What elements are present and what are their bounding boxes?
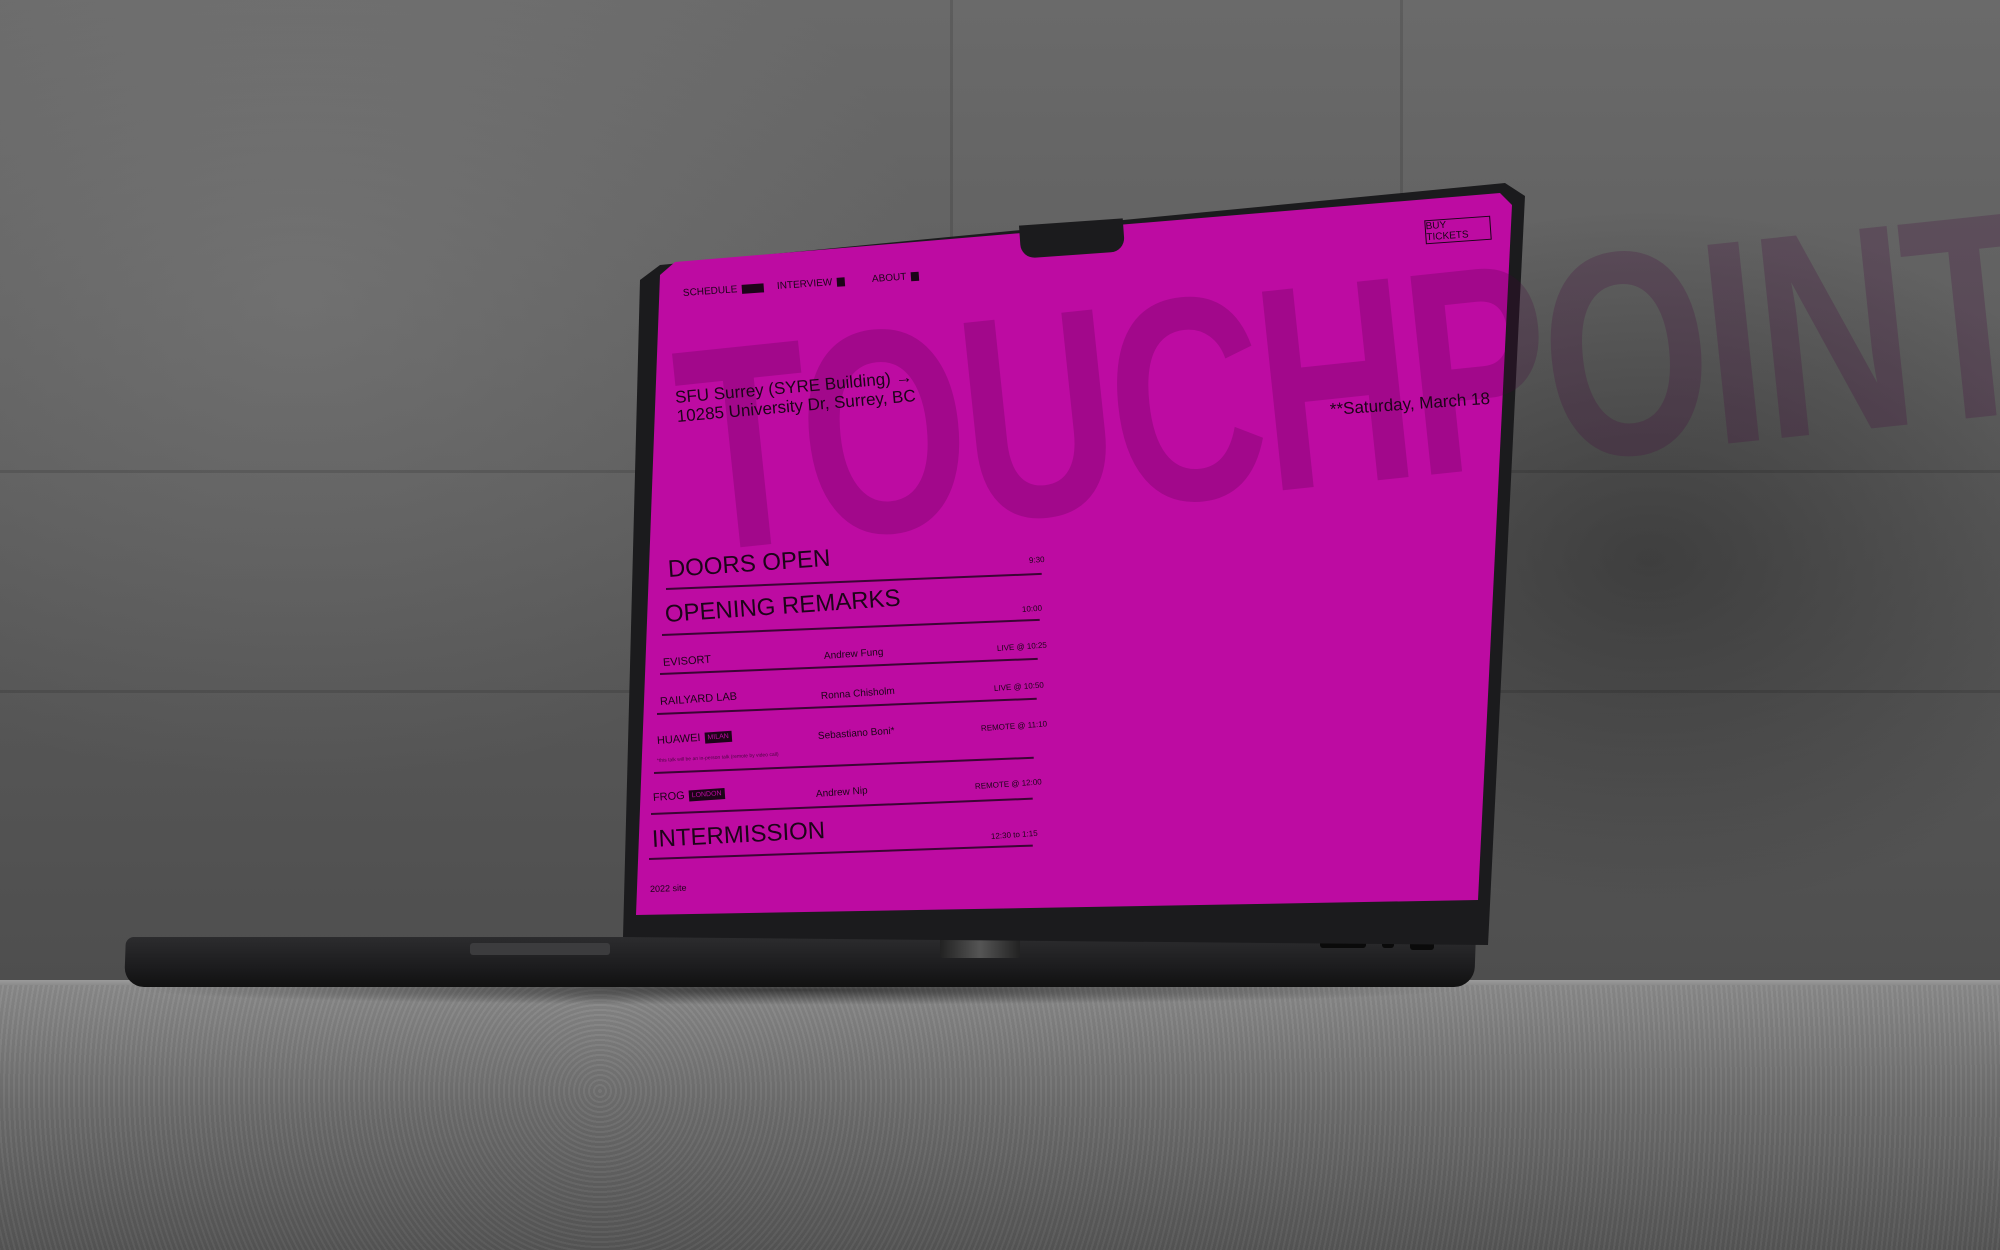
talk-speaker: Andrew Fung	[823, 646, 884, 662]
talk-location-tag: LONDON	[688, 787, 725, 801]
buy-tickets-button[interactable]: BUY TICKETS	[1424, 215, 1492, 245]
schedule-divider	[659, 657, 1038, 675]
talk-speaker: Sebastiano Boni*	[817, 725, 895, 742]
talk-company: RAILYARD LAB	[659, 690, 738, 708]
schedule-divider	[650, 797, 1033, 815]
talk-location-tag: MILAN	[704, 730, 733, 744]
talk-company: FROG	[652, 789, 686, 804]
talk-row-railyard-lab[interactable]: RAILYARD LAB	[660, 691, 738, 708]
nav-about-indicator	[911, 271, 920, 282]
schedule-opening-remarks-time: 10:00	[1021, 603, 1043, 614]
talk-row-huawei[interactable]: HUAWEI MILAN	[657, 730, 733, 747]
schedule-intermission-label: INTERMISSION	[651, 816, 826, 853]
talk-company: HUAWEI	[656, 731, 701, 747]
nav-interview-indicator	[836, 277, 846, 287]
talk-row-frog[interactable]: FROG LONDON	[653, 787, 725, 804]
talk-time: LIVE @ 10:50	[993, 680, 1045, 693]
talk-time: REMOTE @ 11:10	[980, 719, 1048, 733]
talk-row-evisort[interactable]: EVISORT	[663, 654, 712, 669]
talk-speaker: Andrew Nip	[815, 785, 868, 800]
talk-footnote: *this talk will be an in-person talk (re…	[656, 751, 779, 764]
talk-time: LIVE @ 10:25	[996, 640, 1048, 653]
schedule-intermission-time: 12:30 to 1:15	[990, 828, 1038, 841]
talk-time: REMOTE @ 12:00	[974, 777, 1042, 791]
schedule-doors-open-time: 9:30	[1028, 554, 1045, 565]
previous-site-link[interactable]: 2022 site	[650, 883, 687, 894]
talk-speaker: Ronna Chisholm	[820, 685, 896, 702]
talk-company: EVISORT	[662, 653, 712, 669]
nav-schedule-active-indicator	[742, 283, 765, 294]
website-content: TOUCHPOINT'23 SCHEDULE INTERVIEW ABOUT B…	[0, 0, 2000, 1250]
